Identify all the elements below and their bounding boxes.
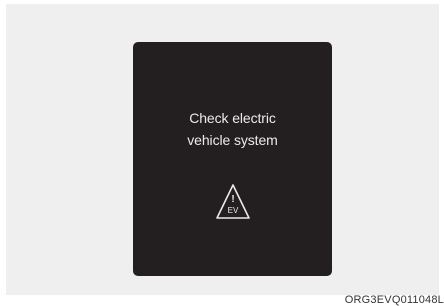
warning-message: Check electric vehicle system <box>133 107 332 151</box>
cluster-display: Check electric vehicle system ! EV <box>133 42 332 276</box>
warning-icon-label: EV <box>228 206 239 215</box>
warning-message-line-1: Check electric <box>189 110 276 126</box>
figure-code: ORG3EVQ011048L <box>344 294 444 306</box>
warning-exclamation: ! <box>231 194 234 205</box>
warning-message-line-2: vehicle system <box>187 132 278 148</box>
ev-system-warning-icon: ! EV <box>215 182 251 222</box>
illustration-panel: Check electric vehicle system ! EV <box>6 4 439 295</box>
